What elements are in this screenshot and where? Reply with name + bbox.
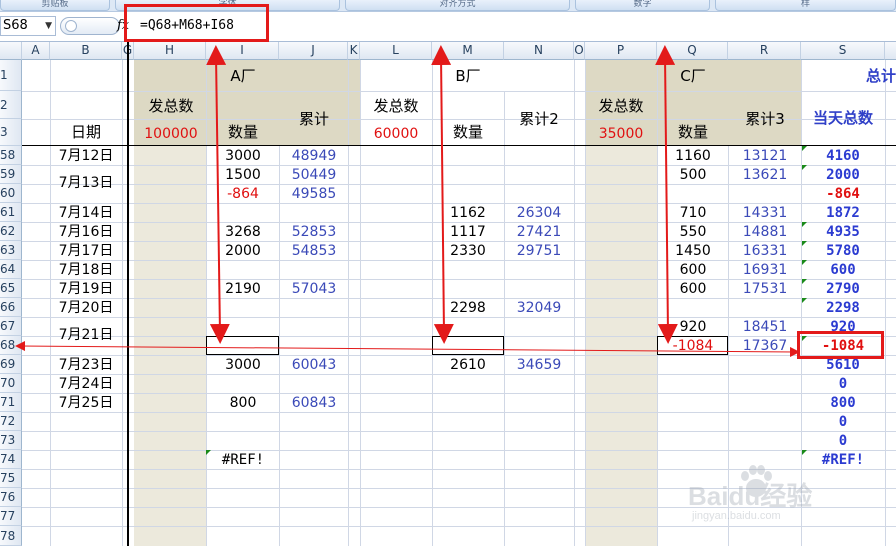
watermark-brand: Baidu经验 [688,481,813,511]
arrow-formula-to-i68 [206,45,230,344]
arrow-row-68 [15,341,800,357]
arrow-formula-to-m68 [431,45,454,344]
watermark: Baidu经验 jingyan.baidu.com [688,462,888,532]
watermark-url: jingyan.baidu.com [692,510,781,522]
arrow-formula-to-q68 [655,45,678,344]
